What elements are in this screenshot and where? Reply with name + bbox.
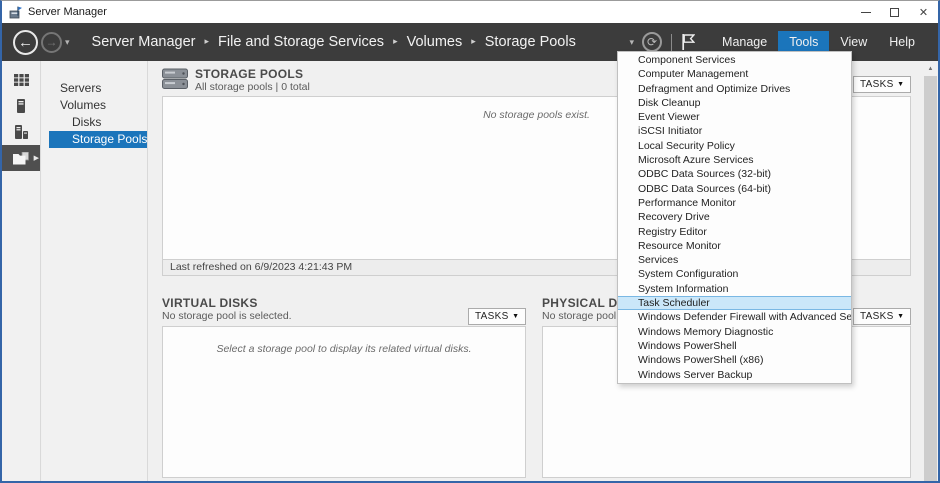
maximize-button[interactable] — [880, 1, 909, 23]
sidebar-icon-all-servers[interactable] — [2, 119, 40, 145]
virtual-disks-list: Select a storage pool to display its rel… — [162, 326, 526, 478]
tools-menu-item[interactable]: Computer Management — [618, 67, 851, 81]
window-controls: ✕ — [851, 1, 938, 23]
chevron-down-icon: ▼ — [512, 313, 519, 320]
breadcrumb-separator-icon: ▸ — [205, 36, 210, 47]
breadcrumb-item[interactable]: File and Storage Services — [218, 34, 384, 50]
scroll-up-icon: ▲ — [928, 66, 934, 72]
tools-menu-item[interactable]: Performance Monitor — [618, 196, 851, 210]
refresh-button[interactable]: ⟳ — [642, 32, 662, 52]
chevron-down-icon: ▾ — [630, 37, 635, 47]
virtual-disks-subtitle: No storage pool is selected. — [162, 310, 292, 323]
minimize-button[interactable] — [851, 1, 880, 23]
nav-menu: ManageToolsViewHelp — [711, 31, 926, 53]
nav-menu-item[interactable]: Tools — [778, 31, 829, 53]
breadcrumb-separator-icon: ▸ — [393, 36, 398, 47]
tools-menu-item[interactable]: Local Security Policy — [618, 139, 851, 153]
tools-menu-item[interactable]: Windows PowerShell (x86) — [618, 353, 851, 367]
back-button[interactable]: ← — [13, 30, 38, 55]
storage-pools-subtitle: All storage pools | 0 total — [195, 81, 310, 94]
notifications-dropdown-button[interactable]: ▾ — [630, 37, 635, 48]
breadcrumb-item[interactable]: Server Manager — [92, 34, 196, 50]
tools-menu-item[interactable]: Windows Memory Diagnostic — [618, 325, 851, 339]
sidebar-icon-dashboard[interactable] — [2, 67, 40, 93]
storage-pools-tasks-button[interactable]: TASKS ▼ — [853, 76, 911, 93]
dashboard-grid-icon — [14, 74, 29, 86]
tools-menu-item[interactable]: Resource Monitor — [618, 239, 851, 253]
tools-menu-item[interactable]: System Configuration — [618, 267, 851, 281]
flyout-arrow-icon: ▶ — [34, 154, 39, 162]
left-icon-strip: ▶ — [2, 61, 41, 481]
tools-menu-item[interactable]: ODBC Data Sources (32-bit) — [618, 167, 851, 181]
navbar-divider — [671, 34, 672, 51]
virtual-disks-tasks-button[interactable]: TASKS ▼ — [468, 308, 526, 325]
tools-menu-item[interactable]: Services — [618, 253, 851, 267]
scrollbar-thumb[interactable] — [924, 76, 937, 481]
tools-menu-item[interactable]: Event Viewer — [618, 110, 851, 124]
virtual-disks-panel: VIRTUAL DISKS No storage pool is selecte… — [162, 297, 526, 478]
nav-menu-item[interactable]: Help — [878, 31, 926, 53]
chevron-down-icon: ▼ — [897, 313, 904, 320]
breadcrumb-item[interactable]: Volumes — [407, 34, 463, 50]
close-icon: ✕ — [919, 6, 928, 19]
tools-menu-item[interactable]: Component Services — [618, 53, 851, 67]
servers-group-icon — [15, 125, 28, 139]
navbar-right-group: ▾ ⟳ ManageToolsViewHelp — [630, 31, 927, 53]
tools-menu-item[interactable]: System Information — [618, 282, 851, 296]
tools-menu-item[interactable]: Windows Defender Firewall with Advanced … — [618, 310, 851, 324]
forward-button[interactable]: → — [41, 32, 62, 53]
tools-menu-item[interactable]: Windows PowerShell — [618, 339, 851, 353]
tools-menu-item[interactable]: Disk Cleanup — [618, 96, 851, 110]
sidebar: ServersVolumesDisksStorage Pools — [42, 61, 148, 481]
tools-menu-item[interactable]: Task Scheduler — [618, 296, 851, 310]
tools-menu-item[interactable]: Windows Server Backup — [618, 368, 851, 382]
tools-menu-item[interactable]: ODBC Data Sources (64-bit) — [618, 182, 851, 196]
window-title: Server Manager — [28, 6, 107, 18]
tools-menu-item[interactable]: Defragment and Optimize Drives — [618, 82, 851, 96]
server-manager-window: Server Manager ✕ ← → ▾ Server Manager ▸ Fi… — [0, 0, 940, 483]
storage-pools-icon — [162, 68, 188, 95]
physical-disks-tasks-button[interactable]: TASKS ▼ — [853, 308, 911, 325]
chevron-down-icon: ▼ — [897, 81, 904, 88]
history-dropdown-button[interactable]: ▾ — [65, 37, 70, 48]
sidebar-icon-file-storage-services[interactable]: ▶ — [2, 145, 40, 171]
breadcrumb: Server Manager ▸ File and Storage Services… — [92, 34, 576, 50]
storage-pools-titles: STORAGE POOLS All storage pools | 0 tota… — [195, 68, 310, 94]
server-manager-app-icon — [9, 6, 22, 19]
tools-menu-item[interactable]: Registry Editor — [618, 225, 851, 239]
scroll-up-button[interactable]: ▲ — [924, 61, 937, 76]
breadcrumb-separator-icon: ▸ — [471, 36, 476, 47]
refresh-icon: ⟳ — [647, 35, 657, 49]
folder-stack-icon — [13, 152, 29, 165]
tools-menu: Component ServicesComputer ManagementDef… — [617, 51, 852, 384]
sidebar-item[interactable]: Volumes — [42, 97, 147, 114]
virtual-disks-title: VIRTUAL DISKS — [162, 297, 292, 310]
tools-menu-item[interactable]: Recovery Drive — [618, 210, 851, 224]
close-button[interactable]: ✕ — [909, 1, 938, 23]
maximize-icon — [890, 8, 899, 17]
nav-menu-item[interactable]: View — [829, 31, 878, 53]
tools-menu-item[interactable]: iSCSI Initiator — [618, 124, 851, 138]
notification-flag-button[interactable] — [681, 33, 695, 51]
sidebar-item[interactable]: Servers — [42, 80, 147, 97]
breadcrumb-item[interactable]: Storage Pools — [485, 34, 576, 50]
sidebar-icon-local-server[interactable] — [2, 93, 40, 119]
forward-arrow-icon: → — [46, 35, 58, 49]
storage-pools-empty-message: No storage pools exist. — [483, 109, 590, 121]
storage-pools-title: STORAGE POOLS — [195, 68, 310, 81]
server-icon — [17, 99, 25, 113]
nav-menu-item[interactable]: Manage — [711, 31, 778, 53]
sidebar-item[interactable]: Disks — [42, 114, 147, 131]
tools-menu-item[interactable]: Microsoft Azure Services — [618, 153, 851, 167]
chevron-down-icon: ▾ — [65, 37, 70, 47]
sidebar-item[interactable]: Storage Pools — [49, 131, 147, 148]
virtual-disks-header: VIRTUAL DISKS No storage pool is selecte… — [162, 297, 526, 326]
vertical-scrollbar[interactable]: ▲ — [924, 61, 937, 481]
titlebar: Server Manager ✕ — [2, 1, 938, 23]
virtual-disks-empty-message: Select a storage pool to display its rel… — [216, 343, 471, 355]
flag-icon — [681, 33, 695, 51]
minimize-icon — [861, 12, 871, 13]
back-arrow-icon: ← — [18, 34, 33, 51]
